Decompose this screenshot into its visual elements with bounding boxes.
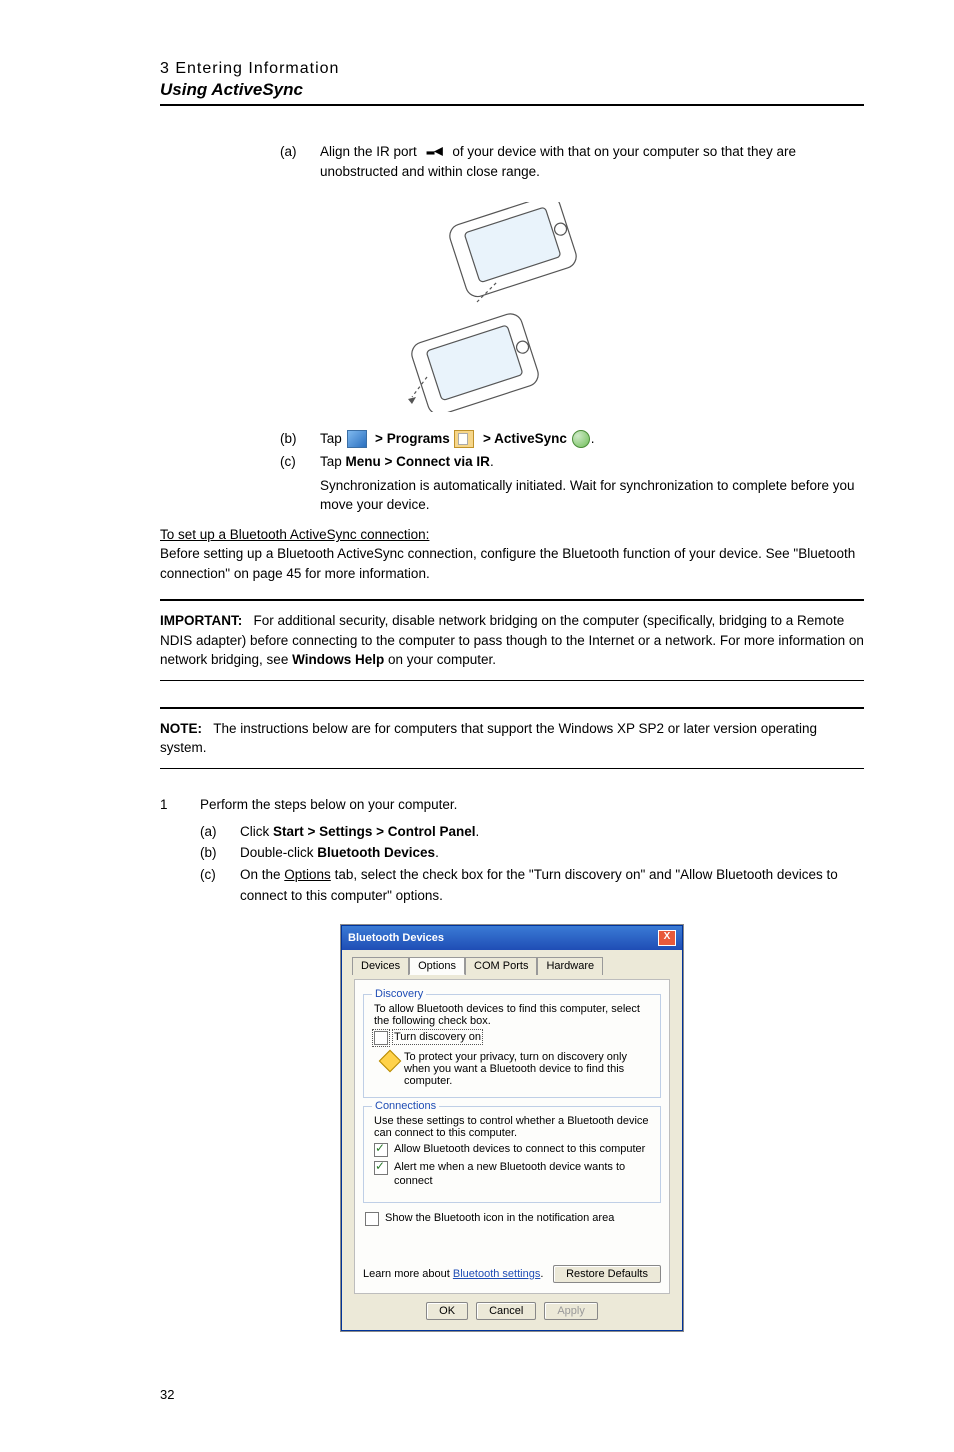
step-c-detail: Synchronization is automatically initiat…	[320, 476, 864, 515]
sub-b-bold: Bluetooth Devices	[317, 845, 435, 860]
sub-b-post: .	[435, 845, 439, 860]
bluetooth-setup-heading: To set up a Bluetooth ActiveSync connect…	[160, 527, 864, 542]
header-rule	[160, 104, 864, 106]
learn-more-link[interactable]: Bluetooth settings	[453, 1268, 540, 1280]
step-c-pre: Tap	[320, 454, 346, 469]
sub-a-bold: Start > Settings > Control Panel	[273, 824, 476, 839]
step-b-label: (b)	[280, 429, 320, 449]
cancel-button[interactable]: Cancel	[476, 1302, 536, 1320]
dialog-title: Bluetooth Devices	[348, 932, 444, 944]
tab-com-ports[interactable]: COM Ports	[465, 957, 537, 975]
sub-b-text: Double-click Bluetooth Devices.	[240, 842, 864, 864]
close-icon[interactable]: X	[658, 930, 676, 946]
tab-options[interactable]: Options	[409, 957, 465, 975]
warning-icon	[379, 1050, 402, 1073]
checkbox-turn-discovery-on-label: Turn discovery on	[394, 1030, 481, 1044]
device-illustration	[160, 202, 864, 417]
step-b-text: Tap > Programs > ActiveSync .	[320, 429, 864, 449]
checkbox-allow-connect[interactable]	[374, 1143, 388, 1157]
section-rule-2	[160, 707, 864, 709]
group-discovery-title: Discovery	[372, 988, 426, 1000]
checkbox-alert-new-device[interactable]	[374, 1161, 388, 1175]
programs-label: Programs	[387, 431, 450, 446]
bluetooth-intro: Before setting up a Bluetooth ActiveSync…	[160, 544, 864, 583]
learn-more-post: .	[540, 1268, 543, 1280]
bluetooth-dialog: Bluetooth Devices X Devices Options COM …	[341, 925, 683, 1331]
learn-more-pre: Learn more about	[363, 1268, 453, 1280]
infrared-icon: ▬◀	[421, 143, 449, 163]
step-c-post: .	[490, 454, 494, 469]
checkbox-alert-new-device-label: Alert me when a new Bluetooth device wan…	[394, 1160, 650, 1189]
activesync-label: ActiveSync	[494, 431, 567, 446]
step-c-label: (c)	[280, 452, 320, 472]
section-rule-thin-2	[160, 768, 864, 769]
checkbox-allow-connect-label: Allow Bluetooth devices to connect to th…	[394, 1142, 645, 1156]
numstep-1-text: Perform the steps below on your computer…	[200, 795, 457, 815]
chapter-heading: 3 Entering Information	[160, 60, 864, 78]
tab-devices[interactable]: Devices	[352, 957, 409, 975]
tab-hardware[interactable]: Hardware	[537, 957, 603, 975]
sub-c-pre: On the	[240, 867, 284, 882]
section-rule	[160, 599, 864, 601]
sub-c-text: On the Options tab, select the check box…	[240, 864, 864, 907]
sub-b-pre: Double-click	[240, 845, 317, 860]
sub-a-post: .	[476, 824, 480, 839]
programs-icon	[454, 430, 474, 448]
important-label: IMPORTANT:	[160, 613, 242, 628]
sub-c-underline: Options	[284, 867, 331, 882]
checkbox-turn-discovery-on[interactable]	[374, 1031, 388, 1045]
activesync-icon	[572, 430, 590, 448]
sub-b-label: (b)	[200, 842, 240, 864]
section-rule-thin	[160, 680, 864, 681]
sub-a-pre: Click	[240, 824, 273, 839]
numstep-1: 1	[160, 795, 200, 815]
apply-button[interactable]: Apply	[544, 1302, 598, 1320]
sub-a-text: Click Start > Settings > Control Panel.	[240, 821, 864, 843]
note-block: NOTE: The instructions below are for com…	[160, 719, 864, 758]
discovery-text: To allow Bluetooth devices to find this …	[374, 1003, 650, 1027]
group-connections-title: Connections	[372, 1100, 439, 1112]
step-c-text: Tap Menu > Connect via IR.	[320, 452, 864, 472]
checkbox-show-tray-icon-label: Show the Bluetooth icon in the notificat…	[385, 1211, 614, 1225]
section-heading: Using ActiveSync	[160, 80, 864, 100]
step-b-pre: Tap	[320, 431, 346, 446]
discovery-warning: To protect your privacy, turn on discove…	[404, 1051, 650, 1087]
restore-defaults-button[interactable]: Restore Defaults	[553, 1265, 661, 1283]
connections-text: Use these settings to control whether a …	[374, 1115, 650, 1139]
start-flag-icon	[347, 430, 367, 448]
ok-button[interactable]: OK	[426, 1302, 468, 1320]
note-text: The instructions below are for computers…	[160, 721, 817, 756]
step-a-text: Align the IR port ▬◀ of your device with…	[320, 142, 864, 182]
learn-more-text: Learn more about Bluetooth settings.	[363, 1268, 543, 1280]
important-bold: Windows Help	[292, 652, 384, 667]
sub-c-label: (c)	[200, 864, 240, 907]
important-block: IMPORTANT: For additional security, disa…	[160, 611, 864, 670]
page-number: 32	[160, 1387, 864, 1402]
step-a-label: (a)	[280, 142, 320, 182]
step-c-bold: Menu > Connect via IR	[346, 454, 490, 469]
checkbox-show-tray-icon[interactable]	[365, 1212, 379, 1226]
dialog-titlebar[interactable]: Bluetooth Devices X	[342, 926, 682, 950]
important-text-b: on your computer.	[384, 652, 496, 667]
step-a-pre: Align the IR port	[320, 144, 421, 159]
sub-a-label: (a)	[200, 821, 240, 843]
note-label: NOTE:	[160, 721, 202, 736]
important-text-a: For additional security, disable network…	[160, 613, 864, 667]
